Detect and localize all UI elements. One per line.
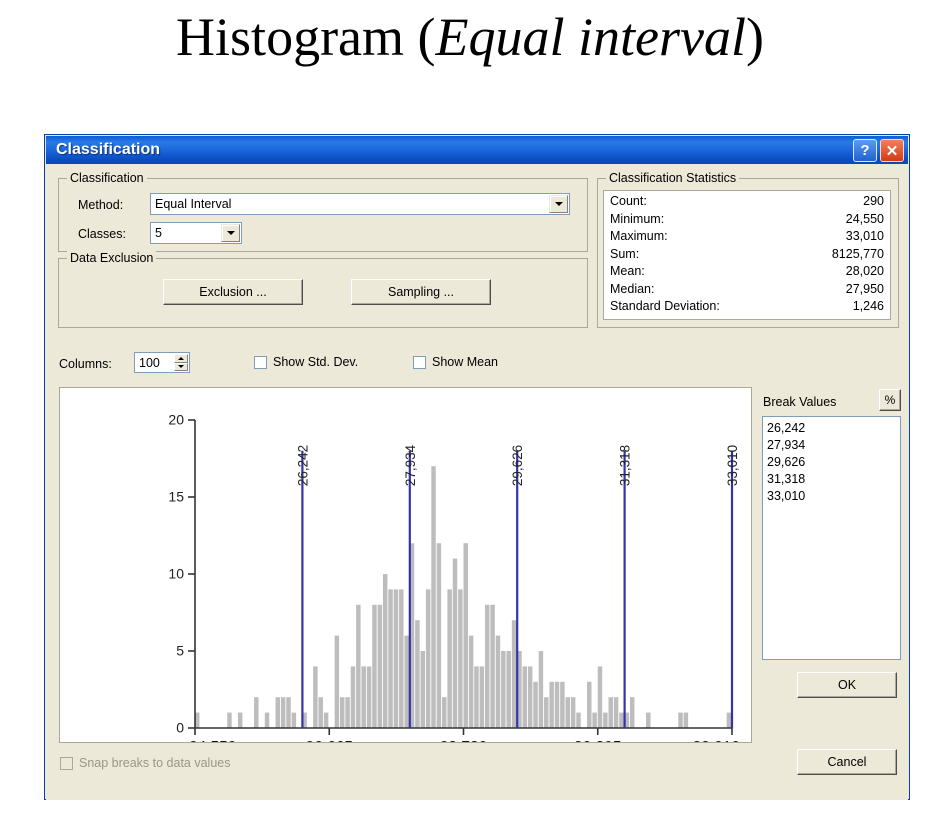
columns-label: Columns: — [59, 357, 112, 371]
snap-breaks-label: Snap breaks to data values — [79, 756, 231, 770]
stat-row: Count: 290 — [610, 194, 884, 212]
checkbox-box[interactable] — [60, 756, 73, 770]
stat-key: Median: — [610, 281, 655, 296]
stepper-buttons[interactable] — [174, 354, 188, 371]
titlebar-buttons: ? ✕ — [853, 139, 904, 162]
stat-row: Standard Deviation: 1,246 — [610, 299, 884, 317]
histogram-chart[interactable]: 0 5 10 15 20 24,550 26,665 28,780 30,895 33,010 26… — [60, 388, 751, 743]
classes-label: Classes: — [78, 227, 126, 241]
percent-button[interactable]: % — [879, 389, 901, 411]
stat-value: 33,010 — [845, 229, 884, 243]
svg-text:0: 0 — [176, 720, 184, 736]
list-item[interactable]: 26,242 — [767, 420, 900, 437]
page-title-close: ) — [745, 7, 764, 67]
stepper-down-icon[interactable] — [174, 362, 188, 371]
show-mean-checkbox[interactable]: Show Mean — [413, 355, 498, 369]
svg-text:31,318: 31,318 — [618, 445, 633, 486]
svg-text:27,934: 27,934 — [403, 444, 418, 486]
svg-text:26,242: 26,242 — [295, 445, 310, 486]
checkbox-box[interactable] — [254, 355, 267, 369]
close-icon[interactable]: ✕ — [880, 139, 904, 162]
stat-value: 24,550 — [845, 211, 884, 226]
classification-group-label: Classification — [67, 171, 147, 185]
svg-text:10: 10 — [168, 566, 184, 582]
stepper-up-icon[interactable] — [174, 354, 188, 363]
list-item[interactable]: 31,318 — [767, 471, 900, 488]
help-icon[interactable]: ? — [853, 139, 877, 162]
classification-dialog: Classification ? ✕ Classification Method… — [44, 134, 910, 800]
checkbox-box[interactable] — [413, 355, 426, 369]
stat-row: Median: 27,950 — [610, 282, 884, 300]
show-std-dev-label: Show Std. Dev. — [273, 355, 359, 369]
stat-value: 27,950 — [845, 281, 884, 296]
page-title: Histogram (Equal interval) — [0, 6, 940, 68]
svg-text:26,665: 26,665 — [306, 739, 353, 742]
stat-row: Maximum: 33,010 — [610, 229, 884, 247]
svg-text:33,010: 33,010 — [693, 739, 741, 742]
stat-row: Sum: 8125,770 — [610, 247, 884, 265]
break-values-list[interactable]: 26,242 27,934 29,626 31,318 33,010 — [762, 416, 901, 660]
stat-key: Sum: — [610, 246, 640, 261]
method-value: Equal Interval — [155, 197, 232, 211]
method-dropdown[interactable]: Equal Interval — [150, 193, 570, 215]
list-item[interactable]: 29,626 — [767, 454, 900, 471]
ok-button[interactable]: OK — [797, 672, 897, 698]
method-label: Method: — [78, 198, 124, 212]
stat-value: 1,246 — [852, 299, 884, 313]
chevron-down-icon[interactable] — [549, 195, 568, 213]
snap-breaks-checkbox[interactable]: Snap breaks to data values — [60, 756, 231, 770]
stat-key: Mean: — [610, 264, 645, 278]
svg-text:15: 15 — [168, 489, 184, 505]
cancel-button[interactable]: Cancel — [797, 749, 897, 775]
histogram-panel[interactable]: 0 5 10 15 20 24,550 26,665 28,780 30,895 33,010 26… — [59, 387, 752, 743]
data-exclusion-group-label: Data Exclusion — [67, 251, 157, 265]
stat-row: Minimum: 24,550 — [610, 212, 884, 230]
stat-key: Minimum: — [610, 211, 665, 226]
exclusion-button[interactable]: Exclusion ... — [163, 279, 303, 305]
svg-text:20: 20 — [168, 412, 184, 428]
classes-dropdown[interactable]: 5 — [150, 222, 242, 244]
svg-text:33,010: 33,010 — [725, 445, 740, 486]
stat-key: Standard Deviation: — [610, 299, 720, 313]
data-exclusion-group: Data Exclusion — [58, 251, 588, 328]
stat-row: Mean: 28,020 — [610, 264, 884, 282]
show-mean-label: Show Mean — [432, 355, 499, 369]
dialog-title: Classification — [56, 141, 161, 158]
stat-value: 8125,770 — [831, 246, 884, 261]
statistics-list: Count: 290 Minimum: 24,550 Maximum: 33,0… — [603, 190, 891, 320]
page-title-italic: Equal interval — [435, 7, 746, 67]
stat-key: Maximum: — [610, 229, 668, 243]
stat-value: 290 — [863, 194, 884, 208]
dialog-titlebar: Classification ? ✕ — [46, 136, 908, 164]
statistics-group-label: Classification Statistics — [606, 171, 740, 185]
stat-value: 28,020 — [845, 264, 884, 278]
stat-key: Count: — [610, 194, 647, 208]
classes-value: 5 — [155, 226, 162, 240]
svg-text:29,626: 29,626 — [510, 445, 525, 486]
svg-text:28,780: 28,780 — [440, 739, 488, 742]
svg-text:24,550: 24,550 — [189, 739, 237, 742]
classification-group: Classification — [58, 171, 588, 252]
list-item[interactable]: 33,010 — [767, 488, 900, 505]
svg-text:5: 5 — [176, 643, 184, 659]
page-title-main: Histogram ( — [176, 7, 436, 67]
list-item[interactable]: 27,934 — [767, 437, 900, 454]
dialog-body: Classification Method: Equal Interval Cl… — [46, 164, 908, 800]
sampling-button[interactable]: Sampling ... — [351, 279, 491, 305]
columns-stepper[interactable]: 100 — [134, 352, 190, 373]
chevron-down-icon[interactable] — [221, 224, 240, 242]
break-values-label: Break Values — [763, 395, 837, 409]
show-std-dev-checkbox[interactable]: Show Std. Dev. — [254, 355, 358, 369]
columns-value: 100 — [139, 355, 160, 370]
svg-text:30,895: 30,895 — [574, 739, 621, 742]
